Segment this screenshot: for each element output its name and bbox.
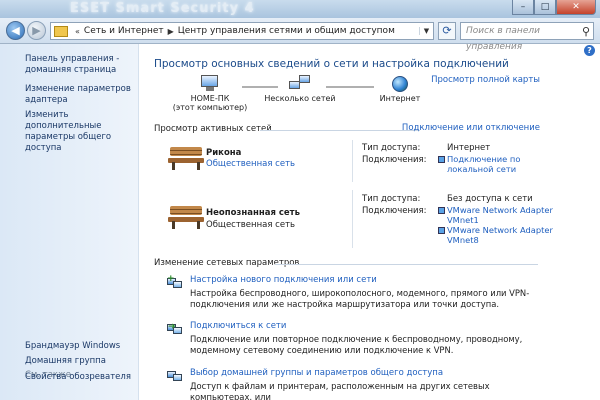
connection-link-vmnet1[interactable]: VMware Network Adapter VMnet1: [447, 205, 559, 225]
chevron-right-icon[interactable]: ▶: [168, 27, 174, 36]
network-type: Общественная сеть: [206, 220, 296, 230]
new-connection-icon: +: [167, 274, 183, 290]
map-node-internet[interactable]: Интернет: [370, 76, 430, 103]
globe-icon: [392, 76, 408, 92]
main-content: ? Просмотр основных сведений о сети и на…: [140, 44, 600, 400]
vmnet8-connection-icon: [438, 227, 445, 234]
network-type-link[interactable]: Общественная сеть: [206, 159, 295, 169]
address-bar: ◀ ▶ « Сеть и Интернет ▶ Центр управления…: [0, 18, 600, 52]
map-node-this-pc[interactable]: HOME-ПК (этот компьютер): [162, 75, 258, 112]
multiple-networks-icon: [289, 75, 311, 92]
sidebar-link-internet-options[interactable]: Свойства обозревателя: [25, 372, 137, 383]
task-desc: Подключение или повторное подключение к …: [190, 334, 523, 355]
access-type-label: Тип доступа:: [362, 143, 421, 153]
help-icon[interactable]: ?: [584, 45, 595, 56]
vertical-divider: [352, 190, 353, 248]
pc-name: HOME-ПК: [190, 94, 230, 103]
task-link-homegroup[interactable]: Выбор домашней группы и параметров общег…: [190, 368, 443, 378]
active-networks-title: Просмотр активных сетей: [154, 124, 272, 134]
full-map-link[interactable]: Просмотр полной карты: [431, 75, 540, 85]
back-button[interactable]: ◀: [6, 21, 25, 40]
forward-button[interactable]: ▶: [27, 21, 46, 40]
title-bar: ESET Smart Security 4 – □ ✕: [0, 0, 600, 18]
sidebar-link-firewall[interactable]: Брандмауэр Windows: [25, 341, 137, 352]
refresh-icon[interactable]: ⟳: [438, 22, 456, 40]
computer-icon: [199, 75, 221, 92]
network-name: Рикона: [206, 148, 242, 158]
connection-link-vmnet8[interactable]: VMware Network Adapter VMnet8: [447, 225, 559, 245]
pc-sub: (этот компьютер): [172, 103, 248, 112]
window-controls: – □ ✕: [512, 0, 596, 15]
task-link-connect-network[interactable]: Подключиться к сети: [190, 321, 286, 331]
vmnet1-connection-icon: [438, 207, 445, 214]
lan-connection-icon: [438, 156, 445, 163]
task-desc: Доступ к файлам и принтерам, расположенн…: [190, 381, 490, 400]
connections-label: Подключения:: [362, 155, 427, 165]
sidebar: Панель управления - домашняя страница Из…: [0, 44, 139, 400]
sidebar-link-adapter-settings[interactable]: Изменение параметров адаптера: [25, 84, 137, 106]
breadcrumb-network-center[interactable]: Центр управления сетями и общим доступом: [178, 26, 395, 36]
homegroup-sharing-icon: [167, 369, 183, 383]
task-link-new-connection[interactable]: Настройка нового подключения или сети: [190, 275, 377, 285]
chevron-down-icon[interactable]: ▼: [419, 27, 433, 35]
breadcrumb[interactable]: « Сеть и Интернет ▶ Центр управления сет…: [50, 22, 434, 40]
connect-network-icon: ➜: [167, 322, 183, 336]
page-title: Просмотр основных сведений о сети и наст…: [154, 58, 509, 70]
access-type-value: Интернет: [447, 143, 491, 153]
search-input[interactable]: Поиск в панели управления ⚲: [460, 22, 594, 52]
sidebar-link-homegroup[interactable]: Домашняя группа: [25, 356, 137, 367]
map-node-multiple-networks[interactable]: Несколько сетей: [255, 75, 345, 103]
maximize-button[interactable]: □: [534, 0, 556, 15]
public-network-bench-icon: [168, 145, 204, 171]
chevron-icon: «: [75, 26, 80, 36]
connection-link-lan[interactable]: Подключение по локальной сети: [447, 154, 547, 174]
sidebar-link-sharing-settings[interactable]: Изменить дополнительные параметры общего…: [25, 110, 137, 154]
access-type-label: Тип доступа:: [362, 194, 421, 204]
search-icon[interactable]: ⚲: [582, 24, 590, 40]
internet-label: Интернет: [379, 94, 421, 103]
divider: [260, 130, 420, 131]
task-desc: Настройка беспроводного, широкополосного…: [190, 288, 530, 309]
public-network-bench-icon: [168, 204, 204, 230]
minimize-button[interactable]: –: [512, 0, 534, 15]
change-settings-title: Изменение сетевых параметров: [154, 258, 300, 268]
close-button[interactable]: ✕: [556, 0, 596, 15]
divider: [275, 264, 538, 265]
vertical-divider: [352, 140, 353, 182]
breadcrumb-network-internet[interactable]: Сеть и Интернет: [84, 26, 164, 36]
access-type-value: Без доступа к сети: [447, 194, 533, 204]
sidebar-link-control-panel-home[interactable]: Панель управления - домашняя страница: [25, 54, 137, 76]
connections-label: Подключения:: [362, 206, 427, 216]
background-window-title: ESET Smart Security 4: [70, 1, 255, 16]
network-name: Неопознанная сеть: [206, 208, 300, 218]
multi-label: Несколько сетей: [264, 94, 336, 103]
control-panel-folder-icon: [54, 25, 68, 37]
map-connector: [326, 86, 374, 88]
connect-disconnect-link[interactable]: Подключение или отключение: [402, 123, 540, 133]
